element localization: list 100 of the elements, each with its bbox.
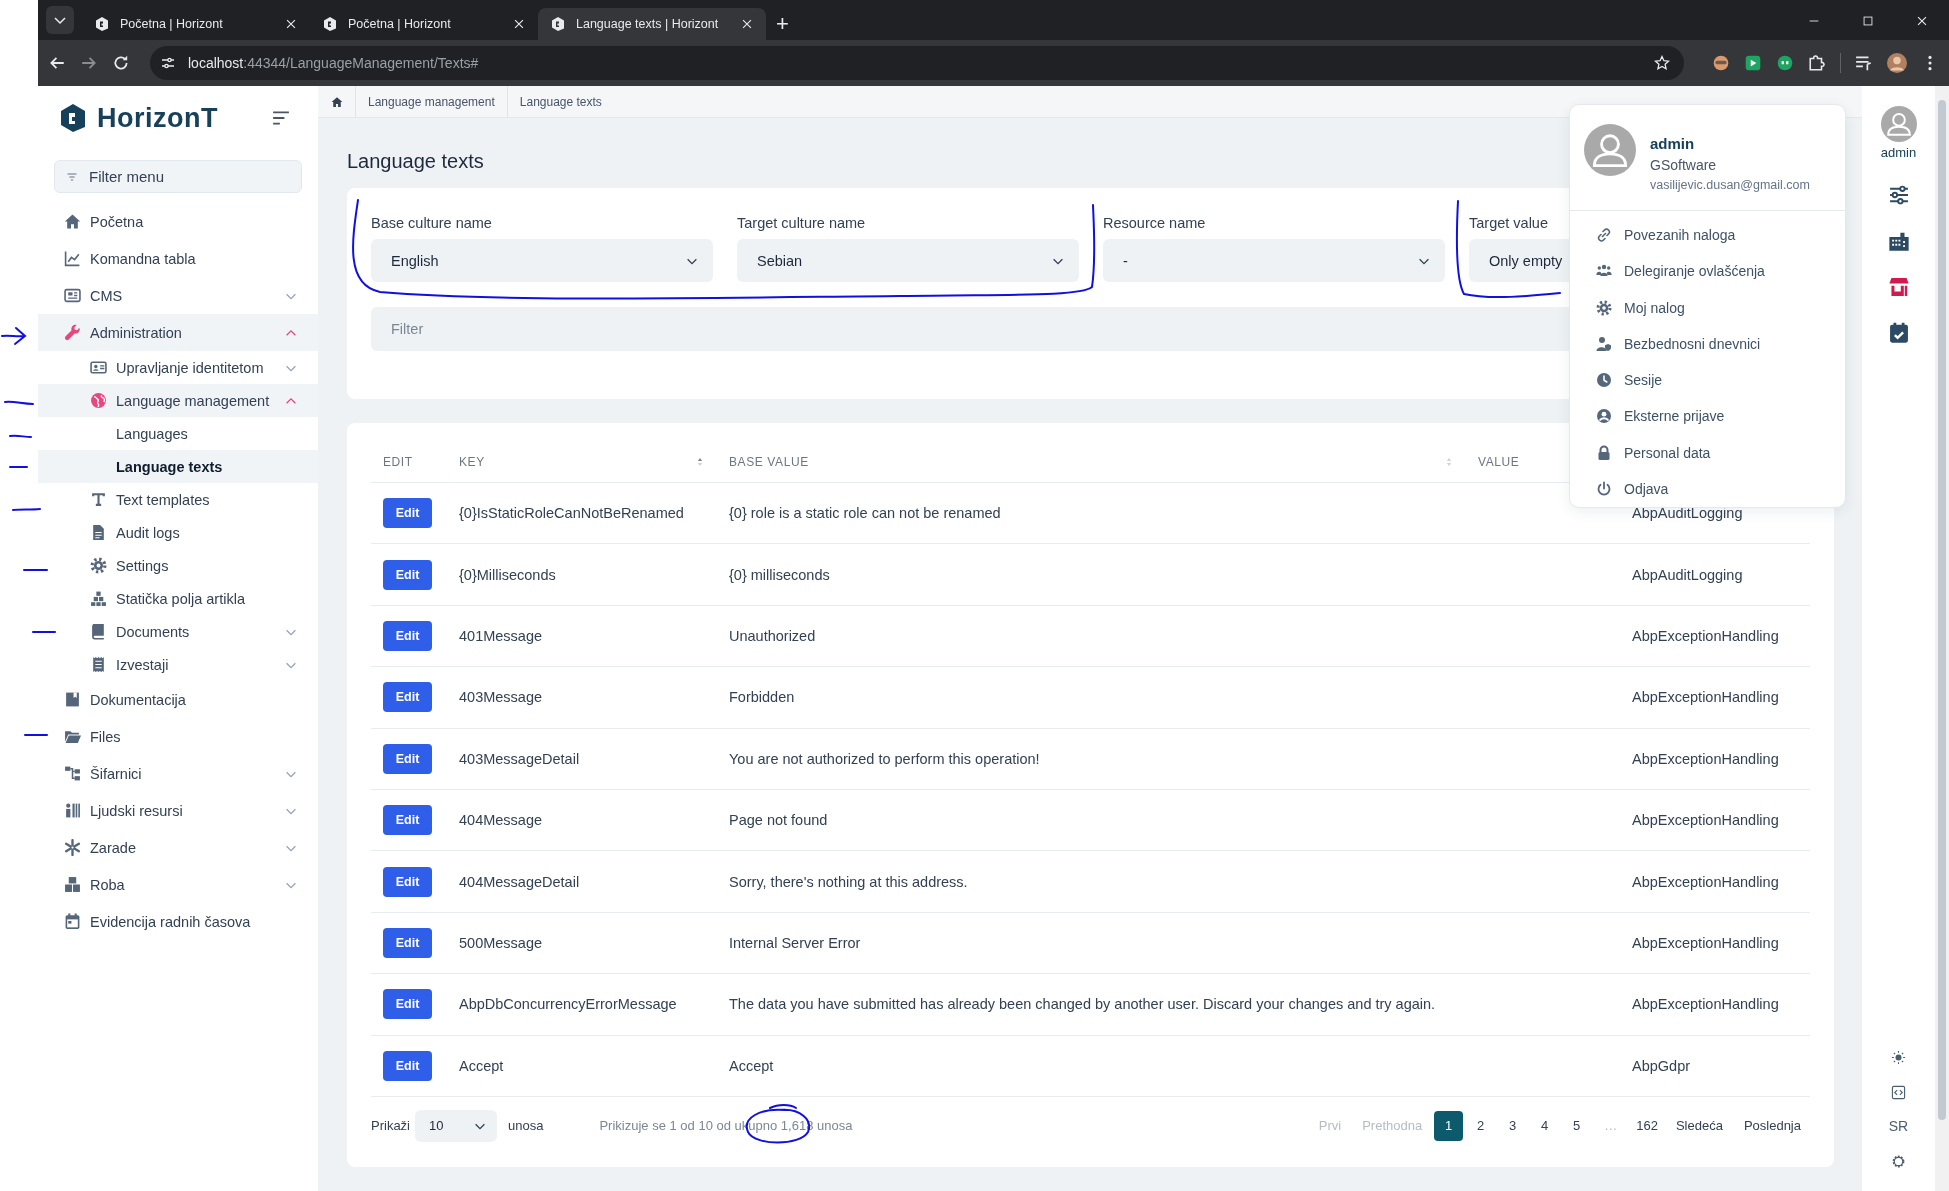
page-link[interactable]: 1 xyxy=(1434,1110,1464,1141)
page-link[interactable]: 3 xyxy=(1498,1110,1528,1141)
dropdown[interactable]: English xyxy=(371,239,713,282)
table-cell: 403Message xyxy=(459,689,543,706)
table-cell: Internal Server Error xyxy=(729,934,861,951)
page-size-label: unosa xyxy=(508,1118,544,1134)
nav-item[interactable]: Languages xyxy=(38,417,318,450)
menu-item[interactable]: Povezanih naloga xyxy=(1570,217,1845,254)
field-label: Target value xyxy=(1469,214,1549,232)
edit-button[interactable]: Edit xyxy=(383,927,432,958)
nav-item[interactable]: Evidencija radnih časova xyxy=(38,903,318,940)
edit-button[interactable]: Edit xyxy=(383,989,432,1020)
document-icon xyxy=(90,524,107,541)
edit-button[interactable]: Edit xyxy=(383,498,432,529)
edit-button[interactable]: Edit xyxy=(383,743,432,774)
nav-item[interactable]: Administration xyxy=(38,314,318,351)
browser-tab[interactable]: Language texts | Horizont xyxy=(538,8,766,40)
close-icon[interactable] xyxy=(740,17,754,31)
table-cell: {0} role is a static role can not be renamed xyxy=(729,505,1001,522)
table-cell: 403MessageDetail xyxy=(459,750,580,767)
sliders-icon[interactable] xyxy=(1887,184,1910,206)
star-icon[interactable] xyxy=(1654,55,1670,71)
close-icon[interactable] xyxy=(512,17,526,31)
page-link[interactable]: 5 xyxy=(1562,1110,1592,1141)
reload-icon[interactable] xyxy=(112,54,130,72)
ink-mark xyxy=(4,400,34,405)
nav-item[interactable]: Audit logs xyxy=(38,516,318,549)
nav-item[interactable]: Text templates xyxy=(38,483,318,516)
settings-icon[interactable] xyxy=(1891,1154,1906,1169)
nav-item[interactable]: Documents xyxy=(38,615,318,648)
site-settings-icon[interactable] xyxy=(160,55,176,71)
nav-item[interactable]: Roba xyxy=(38,866,318,903)
page-link[interactable]: Sledeća xyxy=(1666,1110,1732,1141)
scrollbar[interactable] xyxy=(1935,86,1949,1191)
tab-search-icon[interactable] xyxy=(46,6,74,34)
nav-item[interactable]: Upravljanje identitetom xyxy=(38,351,318,384)
table-cell: {0} milliseconds xyxy=(729,566,830,583)
building-icon[interactable] xyxy=(1887,230,1910,252)
nav-item[interactable]: Statička polja artikla xyxy=(38,582,318,615)
breadcrumb-link[interactable]: Language management xyxy=(355,85,507,118)
nav-item[interactable]: Language texts xyxy=(38,450,318,483)
nav-item[interactable]: Files xyxy=(38,718,318,755)
address-bar[interactable]: localhost:44344/LanguageManagement/Texts# xyxy=(150,46,1684,80)
home-icon[interactable] xyxy=(331,95,343,108)
id-card-icon xyxy=(90,359,107,376)
menu-item[interactable]: Eksterne prijave xyxy=(1570,398,1845,435)
menu-item[interactable]: Personal data xyxy=(1570,434,1845,471)
page-link[interactable]: 4 xyxy=(1530,1110,1560,1141)
new-tab-button[interactable]: + xyxy=(766,13,799,35)
browser-tab[interactable]: Početna | Horizont xyxy=(82,8,310,40)
extension-icon[interactable] xyxy=(1744,54,1762,72)
edit-button[interactable]: Edit xyxy=(383,805,432,836)
extension-icon[interactable] xyxy=(1712,54,1730,72)
menu-icon[interactable] xyxy=(272,109,290,127)
nav-item[interactable]: Početna xyxy=(38,203,318,240)
table-cell: 500Message xyxy=(459,934,543,951)
table-cell: AbpExceptionHandling xyxy=(1632,812,1779,829)
menu-item[interactable]: Odjava xyxy=(1570,470,1845,507)
menu-item[interactable]: Sesije xyxy=(1570,362,1845,399)
code-icon[interactable] xyxy=(1891,1085,1906,1100)
edit-button[interactable]: Edit xyxy=(383,682,432,713)
page-size-label: Prikaži xyxy=(371,1118,410,1134)
profile-avatar-icon[interactable] xyxy=(1887,53,1907,73)
dropdown[interactable]: Sebian xyxy=(737,239,1079,282)
user-circle-icon xyxy=(1596,408,1612,425)
page-link[interactable]: Poslednja xyxy=(1734,1110,1810,1141)
breadcrumb-link[interactable]: Language texts xyxy=(506,85,614,118)
nav-item[interactable]: Izvestaji xyxy=(38,648,318,681)
nav-item[interactable]: Komandna tabla xyxy=(38,240,318,277)
nav-item[interactable]: Settings xyxy=(38,549,318,582)
media-controls-icon[interactable] xyxy=(1855,54,1873,72)
sun-icon[interactable] xyxy=(1891,1050,1906,1065)
nav-item[interactable]: Šifarnici xyxy=(38,755,318,792)
edit-button[interactable]: Edit xyxy=(383,559,432,590)
extension-icon[interactable] xyxy=(1776,54,1794,72)
language-code[interactable]: SR xyxy=(1888,1118,1909,1134)
calendar-check-icon[interactable] xyxy=(1887,322,1910,344)
nav-item[interactable]: Zarade xyxy=(38,829,318,866)
link-icon xyxy=(1596,227,1612,244)
page-link[interactable]: 2 xyxy=(1466,1110,1496,1141)
dropdown[interactable]: - xyxy=(1103,239,1445,282)
browser-tab[interactable]: Početna | Horizont xyxy=(310,8,538,40)
edit-button[interactable]: Edit xyxy=(383,1050,432,1081)
asterisk-icon xyxy=(64,839,81,856)
nav-item[interactable]: Ljudski resursi xyxy=(38,792,318,829)
edit-button[interactable]: Edit xyxy=(383,866,432,897)
nav-item[interactable]: Dokumentacija xyxy=(38,681,318,718)
nav-item[interactable]: Language management xyxy=(38,384,318,417)
nav-item[interactable]: CMS xyxy=(38,277,318,314)
store-icon[interactable] xyxy=(1887,276,1910,298)
menu-item[interactable]: Delegiranje ovlašćenja xyxy=(1570,253,1845,290)
edit-button[interactable]: Edit xyxy=(383,620,432,651)
page-size-dropdown[interactable]: 10 xyxy=(415,1109,497,1142)
close-icon[interactable] xyxy=(284,17,298,31)
power-icon xyxy=(1596,480,1612,497)
column-header: BASE VALUE xyxy=(729,455,809,469)
filter-field[interactable]: Filter menu xyxy=(54,160,302,193)
table-cell: 404Message xyxy=(459,812,543,829)
puzzle-icon[interactable] xyxy=(1808,54,1826,72)
page-link[interactable]: 162 xyxy=(1630,1110,1664,1141)
